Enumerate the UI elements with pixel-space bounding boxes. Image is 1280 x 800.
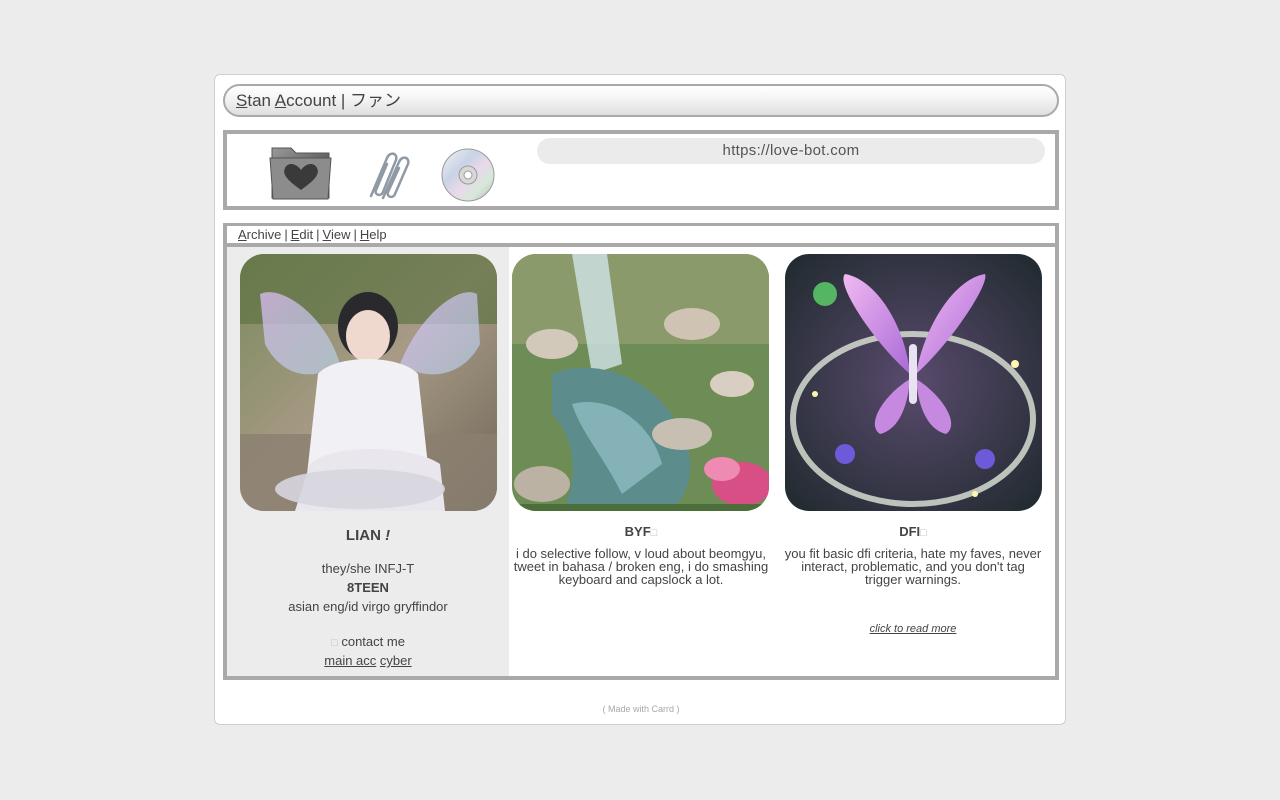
cd-icon[interactable]	[441, 148, 495, 202]
main-acc-link[interactable]: main acc	[324, 653, 376, 668]
menu-separator: |	[316, 227, 320, 242]
menu-archive-key: A	[238, 227, 247, 242]
profile-photo	[240, 254, 497, 511]
title-initial-a: A	[274, 91, 287, 110]
profile-name: LIAN !	[227, 527, 509, 544]
butterfly-photo	[785, 254, 1042, 511]
contact-link[interactable]: contact me	[341, 634, 405, 649]
byf-title-text: BYF	[624, 524, 651, 539]
contact-icon: □	[331, 637, 338, 649]
account-links: main acc cyber	[227, 653, 509, 668]
title-rest: ccount | ファン	[286, 91, 402, 110]
read-more-link[interactable]: click to read more	[783, 623, 1043, 635]
title-initial-s: S	[236, 91, 248, 110]
heart-folder-icon[interactable]	[269, 142, 333, 202]
menu-edit[interactable]: Edit	[291, 227, 313, 242]
dfi-text: you fit basic dfi criteria, hate my fave…	[784, 546, 1042, 587]
menu-view-key: V	[322, 227, 331, 242]
paperclip-icon[interactable]	[357, 146, 413, 202]
dfi-title: DFI□	[783, 524, 1043, 539]
menu-help-label: elp	[369, 227, 387, 242]
menu-view-label: iew	[330, 227, 351, 242]
menu-bar: Archive | Edit | View | Help	[223, 223, 1059, 245]
address-bar[interactable]: https://love-bot.com	[537, 138, 1045, 164]
profile-name-suffix: !	[385, 527, 391, 544]
dfi-title-text: DFI	[899, 524, 921, 539]
waterfall-photo	[512, 254, 769, 511]
menu-archive-label: rchive	[246, 227, 282, 242]
menu-separator: |	[353, 227, 357, 242]
byf-title-glyph: □	[650, 527, 658, 539]
profile-info: asian eng/id virgo gryffindor	[288, 599, 448, 614]
menu-separator: |	[284, 227, 288, 242]
profile-age: 8TEEN	[347, 580, 389, 595]
profile-name-text: LIAN	[345, 527, 381, 544]
byf-text: i do selective follow, v loud about beom…	[513, 546, 769, 587]
menu-edit-label: dit	[299, 227, 314, 242]
title-part: tan	[247, 91, 275, 110]
byf-title: BYF□	[511, 524, 771, 539]
menu-archive[interactable]: Archive	[238, 227, 281, 242]
cyber-link[interactable]: cyber	[380, 653, 412, 668]
contact-line: □ contact me	[227, 634, 509, 649]
content-panel: LIAN ! they/she INFJ-T 8TEEN asian eng/i…	[223, 243, 1059, 680]
dfi-title-glyph: □	[920, 527, 927, 539]
toolbar: https://love-bot.com	[223, 130, 1059, 210]
menu-view[interactable]: View	[323, 227, 351, 242]
title-bar: Stan Account | ファン	[223, 84, 1059, 117]
menu-help[interactable]: Help	[360, 227, 387, 242]
made-with-carrd-footer[interactable]: ( Made with Carrd )	[215, 704, 1067, 714]
menu-help-key: H	[359, 227, 370, 242]
profile-pronouns: they/she INFJ-T	[321, 561, 415, 576]
app-window: Stan Account | ファン https://love-bot.com …	[214, 74, 1066, 725]
